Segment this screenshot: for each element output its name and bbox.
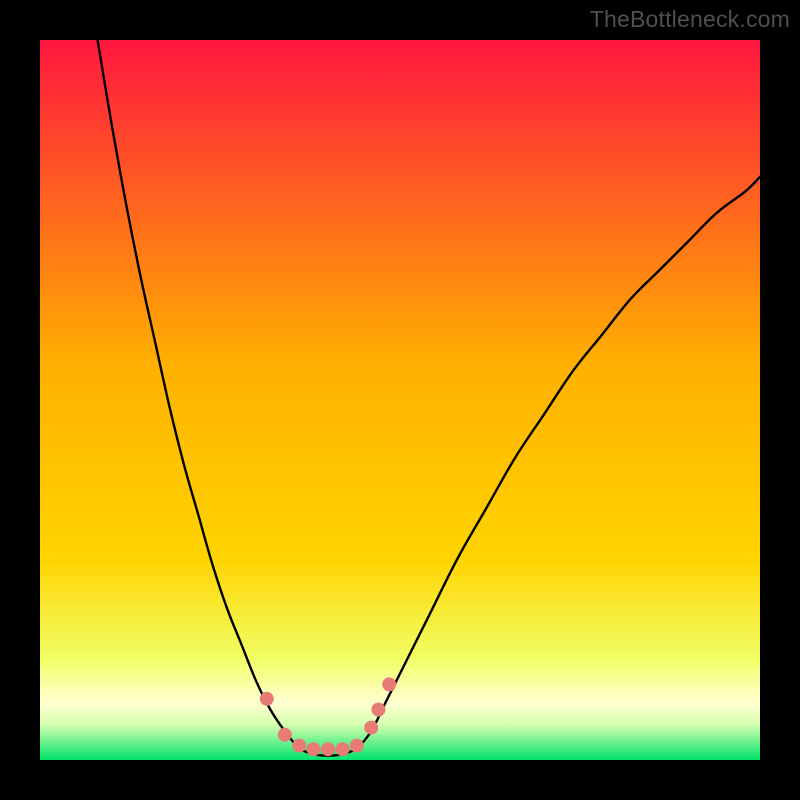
- data-marker: [364, 721, 378, 735]
- data-marker: [371, 703, 385, 717]
- data-marker: [321, 742, 335, 756]
- attribution-label: TheBottleneck.com: [590, 6, 790, 33]
- data-marker: [278, 728, 292, 742]
- data-marker: [307, 742, 321, 756]
- plot-area: [40, 40, 760, 760]
- data-marker: [260, 692, 274, 706]
- chart-frame: TheBottleneck.com: [0, 0, 800, 800]
- data-marker: [382, 677, 396, 691]
- data-marker: [350, 739, 364, 753]
- gradient-background: [40, 40, 760, 760]
- data-marker: [335, 742, 349, 756]
- data-marker: [292, 739, 306, 753]
- chart-svg: [40, 40, 760, 760]
